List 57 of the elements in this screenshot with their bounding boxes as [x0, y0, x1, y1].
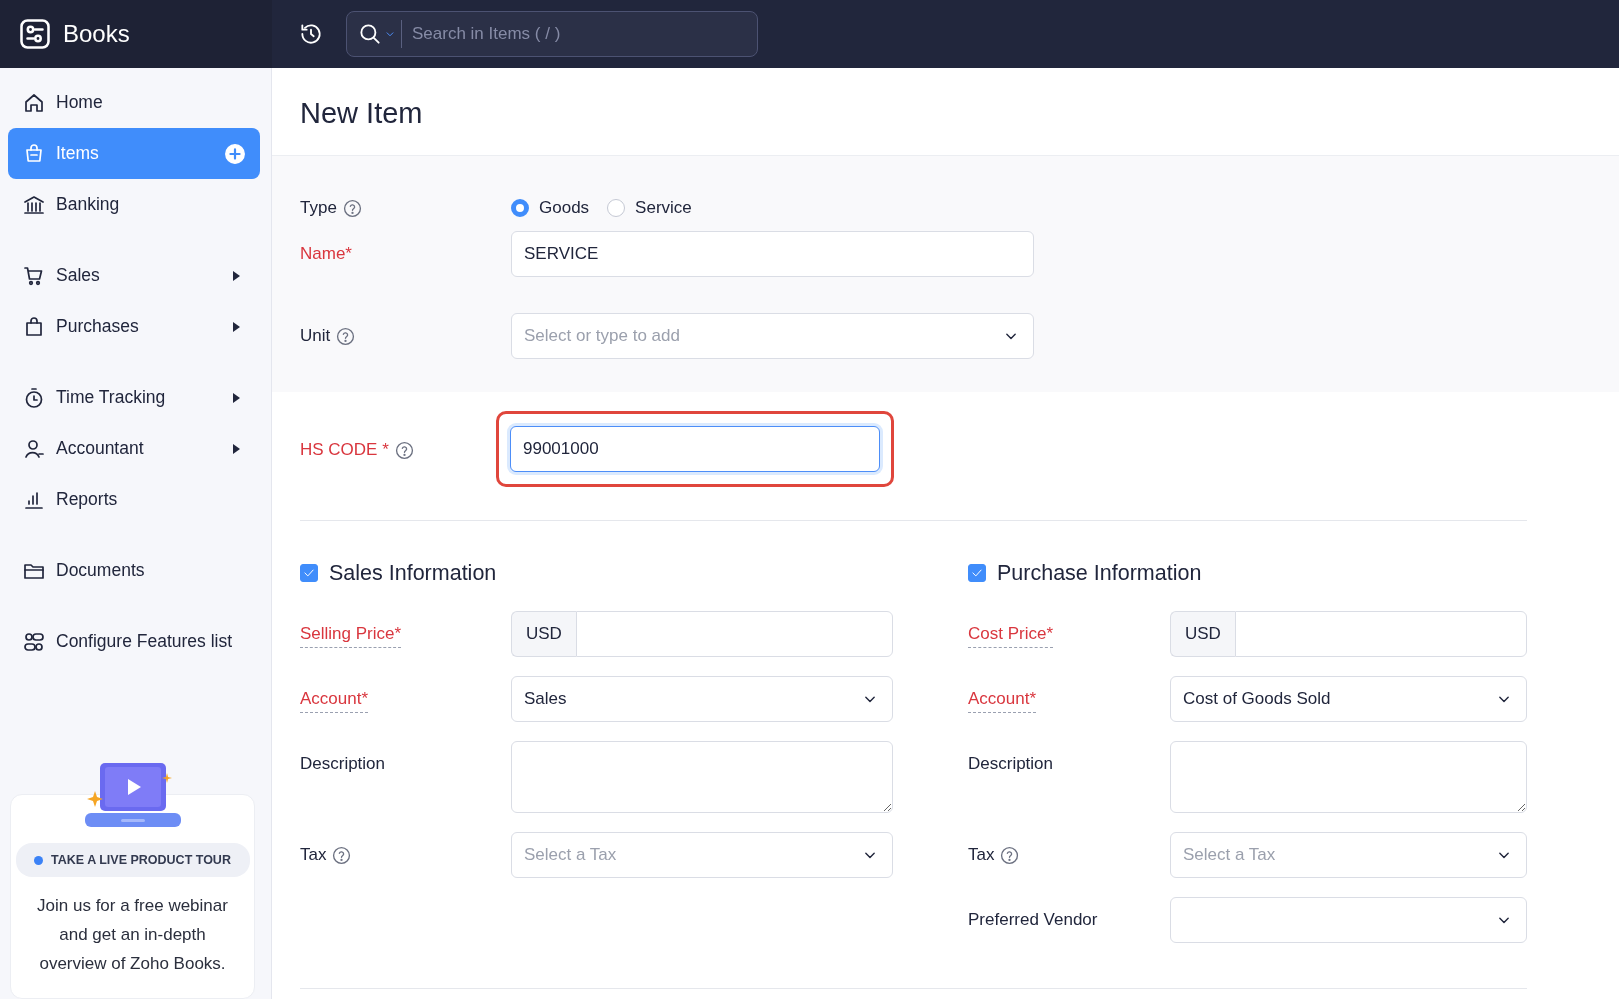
section-title: Purchase Information: [997, 560, 1202, 586]
search-input[interactable]: Search in Items ( / ): [410, 23, 757, 45]
dropdown-field[interactable]: Cost of Goods Sold: [1170, 676, 1527, 722]
field-label: Name*: [300, 243, 352, 265]
expand-arrow-icon: [233, 270, 240, 281]
sidebar-item[interactable]: Purchases: [8, 301, 260, 352]
sidebar-item[interactable]: Time Tracking: [8, 372, 260, 423]
section-title: Sales Information: [329, 560, 497, 586]
expand-arrow-icon: [233, 321, 240, 332]
search-field[interactable]: Search in Items ( / ): [346, 11, 758, 57]
checkbox[interactable]: [300, 564, 318, 582]
field-label: Description: [300, 753, 386, 775]
price-field[interactable]: [575, 611, 893, 657]
radio-option[interactable]: Goods: [511, 198, 590, 218]
sidebar-item[interactable]: Configure Features list: [8, 616, 260, 667]
plus-circle-icon[interactable]: [224, 142, 246, 165]
field-label: Account*: [300, 688, 369, 713]
field-label: Type: [300, 197, 337, 219]
field-label: HS CODE *: [300, 439, 389, 461]
field-label: Account*: [968, 688, 1037, 713]
field-label: Cost Price*: [968, 623, 1054, 648]
field-label: Unit: [300, 325, 331, 347]
logo-icon: [17, 16, 53, 52]
expand-arrow-icon: [233, 443, 240, 454]
description-field[interactable]: [511, 741, 893, 813]
sidebar-item[interactable]: Sales: [8, 250, 260, 301]
description-field[interactable]: [1170, 741, 1527, 813]
field-label: Description: [968, 753, 1054, 775]
page-title: New Item: [300, 96, 423, 130]
sidebar-item[interactable]: Reports: [8, 474, 260, 525]
dropdown-field[interactable]: Sales: [511, 676, 893, 722]
checkbox[interactable]: [968, 564, 986, 582]
sidebar-item[interactable]: Accountant: [8, 423, 260, 474]
tour-badge[interactable]: TAKE A LIVE PRODUCT TOUR: [15, 843, 250, 877]
radio-option[interactable]: Service: [607, 198, 692, 218]
expand-arrow-icon: [233, 392, 240, 403]
currency-prefix: USD: [1170, 611, 1235, 657]
history-icon[interactable]: [298, 21, 324, 47]
app-name: Books: [63, 20, 130, 48]
price-field[interactable]: [1234, 611, 1527, 657]
sidebar-item[interactable]: Home: [8, 77, 260, 128]
sidebar-item[interactable]: Documents: [8, 545, 260, 596]
field-label: Preferred Vendor: [968, 909, 1098, 931]
field-label: Tax: [968, 844, 995, 866]
badge-text: TAKE A LIVE PRODUCT TOUR: [51, 853, 231, 867]
dot-icon: [34, 855, 44, 865]
hs-code-field[interactable]: 99001000: [510, 426, 880, 472]
name-field[interactable]: SERVICE: [511, 231, 1034, 277]
currency-prefix: USD: [511, 611, 576, 657]
field-label: Tax: [300, 844, 327, 866]
sidebar-item[interactable]: Banking: [8, 179, 260, 230]
radio-button[interactable]: [607, 199, 626, 217]
tour-text: Join us for a free webinar and get an in-depth overview of Zoho Books.: [36, 895, 229, 975]
search-icon: [357, 21, 383, 47]
dropdown-field[interactable]: [1170, 897, 1527, 943]
field-label: Selling Price*: [300, 623, 402, 648]
radio-button[interactable]: [511, 199, 529, 217]
